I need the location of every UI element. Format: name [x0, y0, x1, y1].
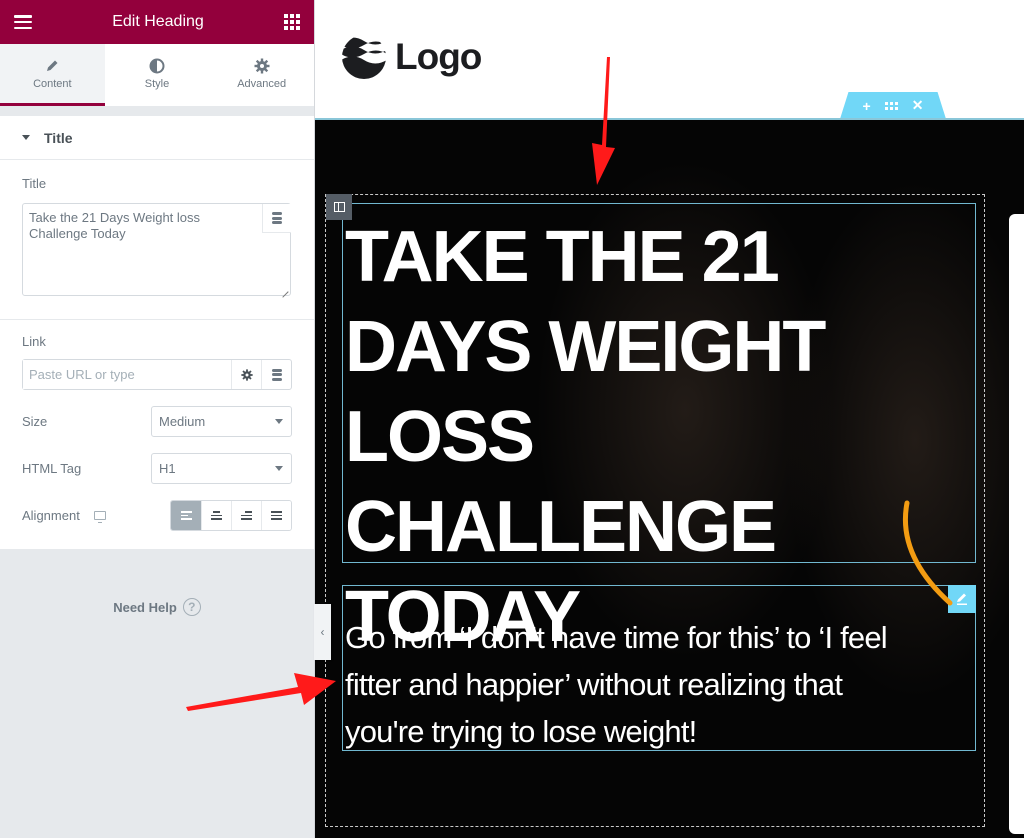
tab-advanced[interactable]: Advanced	[209, 44, 314, 106]
pencil-icon	[957, 593, 967, 605]
panel-header: Edit Heading	[0, 0, 314, 44]
edit-widget-button[interactable]	[948, 585, 976, 613]
panel-title: Edit Heading	[112, 13, 204, 30]
need-help-label: Need Help	[113, 599, 177, 615]
hamburger-menu-icon[interactable]	[14, 15, 32, 29]
tab-label: Content	[33, 77, 72, 90]
html-tag-value: H1	[159, 461, 176, 476]
size-label: Size	[22, 414, 48, 429]
editor-panel: Edit Heading Content Style Advanced Titl…	[0, 0, 315, 838]
align-center-icon	[211, 511, 222, 520]
hero-text: Go from ‘I don’t have time for this’ to …	[345, 620, 888, 749]
pencil-icon	[47, 60, 58, 71]
panel-tabs: Content Style Advanced	[0, 44, 314, 106]
drag-section-icon[interactable]	[884, 101, 898, 110]
hero-section[interactable]: TAKE THE 21 DAYS WEIGHT LOSS CHALLENGE T…	[315, 118, 1024, 838]
html-tag-label: HTML Tag	[22, 461, 82, 476]
html-tag-select[interactable]: H1	[151, 453, 292, 484]
align-center-button[interactable]	[201, 501, 231, 530]
tab-label: Advanced	[237, 77, 287, 90]
tab-label: Style	[144, 77, 170, 90]
delete-section-button[interactable]: ✕	[912, 97, 924, 114]
link-label: Link	[22, 334, 46, 349]
side-panel-edge	[1009, 214, 1024, 834]
dropdown-arrow-icon	[275, 419, 283, 424]
help-icon: ?	[182, 598, 201, 616]
caret-down-icon	[22, 135, 30, 140]
alignment-choices	[170, 500, 292, 531]
text-editor-widget[interactable]: Go from ‘I don’t have time for this’ to …	[342, 585, 976, 751]
widgets-grid-icon[interactable]	[284, 14, 300, 30]
align-left-button[interactable]	[171, 501, 201, 530]
alignment-label: Alignment	[22, 508, 80, 523]
desktop-icon[interactable]	[93, 511, 106, 523]
dynamic-tags-button[interactable]	[262, 204, 291, 233]
preview-canvas: Logo + ✕ TAKE THE 21 DAYS WEIGHT LOSS CH…	[315, 0, 1024, 838]
logo-text: Logo	[395, 36, 482, 77]
edit-column-button[interactable]	[326, 194, 352, 220]
add-section-button[interactable]: +	[863, 98, 871, 114]
dropdown-arrow-icon	[275, 466, 283, 471]
column-icon	[333, 202, 345, 212]
section-toggle[interactable]: Title	[0, 116, 314, 160]
align-left-icon	[180, 511, 192, 520]
tab-content[interactable]: Content	[0, 44, 105, 106]
site-logo[interactable]: Logo	[341, 34, 482, 80]
align-right-button[interactable]	[231, 501, 261, 530]
collapse-panel-button[interactable]: ‹	[314, 604, 331, 660]
waves-logo-icon	[342, 37, 386, 79]
align-justify-button[interactable]	[261, 501, 291, 530]
need-help-link[interactable]: Need Help ?	[0, 598, 314, 616]
title-section: Title Title Link	[0, 116, 314, 549]
database-icon	[271, 368, 282, 381]
half-circle-icon	[149, 58, 165, 73]
size-select[interactable]: Medium	[151, 406, 292, 437]
size-value: Medium	[159, 414, 206, 429]
heading-widget[interactable]: TAKE THE 21 DAYS WEIGHT LOSS CHALLENGE T…	[342, 203, 976, 657]
section-title: Title	[44, 129, 73, 146]
align-justify-icon	[271, 511, 282, 520]
link-dynamic-button[interactable]	[261, 360, 291, 389]
database-icon	[272, 212, 282, 224]
gear-icon	[254, 58, 270, 73]
section-handle: + ✕	[840, 92, 946, 119]
column[interactable]: TAKE THE 21 DAYS WEIGHT LOSS CHALLENGE T…	[325, 194, 985, 827]
align-right-icon	[241, 511, 252, 520]
site-header: Logo + ✕	[315, 0, 1024, 119]
link-input[interactable]	[23, 360, 231, 389]
title-label: Title	[22, 176, 47, 191]
title-textarea[interactable]	[22, 203, 291, 296]
gear-icon	[240, 368, 253, 381]
tab-style[interactable]: Style	[105, 44, 210, 106]
link-options-button[interactable]	[231, 360, 261, 389]
